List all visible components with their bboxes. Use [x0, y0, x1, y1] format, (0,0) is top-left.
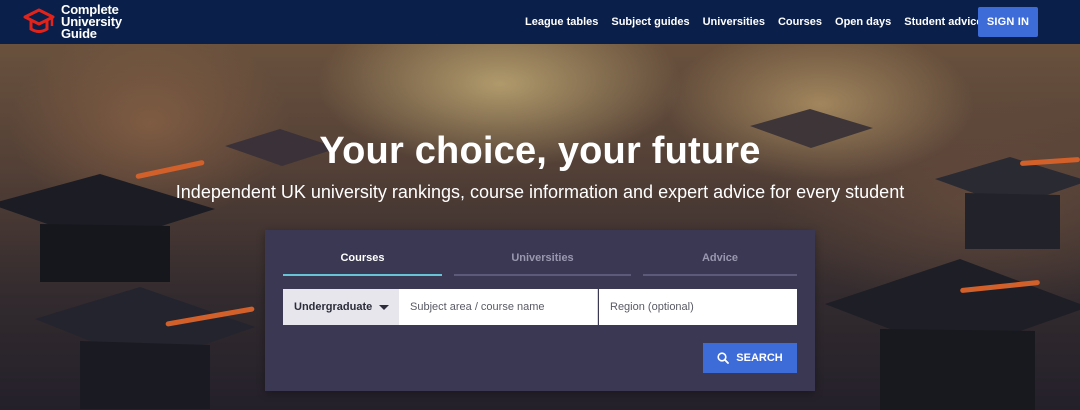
logo-wordmark: Complete University Guide: [61, 3, 122, 41]
main-nav: League tables Subject guides Universitie…: [525, 0, 983, 44]
nav-student-advice[interactable]: Student advice: [904, 16, 982, 28]
search-icon: [717, 352, 730, 364]
nav-league-tables[interactable]: League tables: [525, 16, 598, 28]
tab-courses[interactable]: Courses: [283, 252, 442, 276]
hero-banner: Your choice, your future Independent UK …: [0, 44, 1080, 410]
hero-content: Your choice, your future Independent UK …: [0, 44, 1080, 410]
study-level-select[interactable]: Undergraduate: [283, 289, 399, 325]
tab-label: Courses: [340, 252, 385, 264]
search-button[interactable]: SEARCH: [703, 343, 797, 373]
region-input[interactable]: [599, 289, 797, 325]
search-panel: Courses Universities Advice Undergraduat…: [265, 230, 815, 391]
tab-underline-active: [283, 274, 442, 276]
hero-subtitle: Independent UK university rankings, cour…: [175, 182, 905, 202]
tab-universities[interactable]: Universities: [454, 252, 631, 276]
nav-open-days[interactable]: Open days: [835, 16, 891, 28]
sign-in-button[interactable]: SIGN IN: [978, 7, 1038, 37]
nav-subject-guides[interactable]: Subject guides: [611, 16, 689, 28]
tab-label: Advice: [701, 252, 739, 264]
tab-underline: [454, 274, 631, 276]
logo-line: Guide: [61, 26, 97, 41]
site-logo[interactable]: Complete University Guide: [23, 3, 122, 41]
nav-universities[interactable]: Universities: [703, 16, 765, 28]
chevron-down-icon: [379, 305, 389, 310]
study-level-value: Undergraduate: [294, 301, 373, 313]
subject-search-input[interactable]: [399, 289, 598, 325]
graduation-cap-logo-icon: [23, 8, 55, 33]
search-button-label: SEARCH: [736, 352, 783, 364]
tab-advice[interactable]: Advice: [643, 252, 797, 276]
hero-title: Your choice, your future: [319, 130, 761, 172]
tab-label: Universities: [511, 252, 574, 264]
top-navigation-bar: Complete University Guide League tables …: [0, 0, 1080, 44]
tab-underline: [643, 274, 797, 276]
nav-courses[interactable]: Courses: [778, 16, 822, 28]
